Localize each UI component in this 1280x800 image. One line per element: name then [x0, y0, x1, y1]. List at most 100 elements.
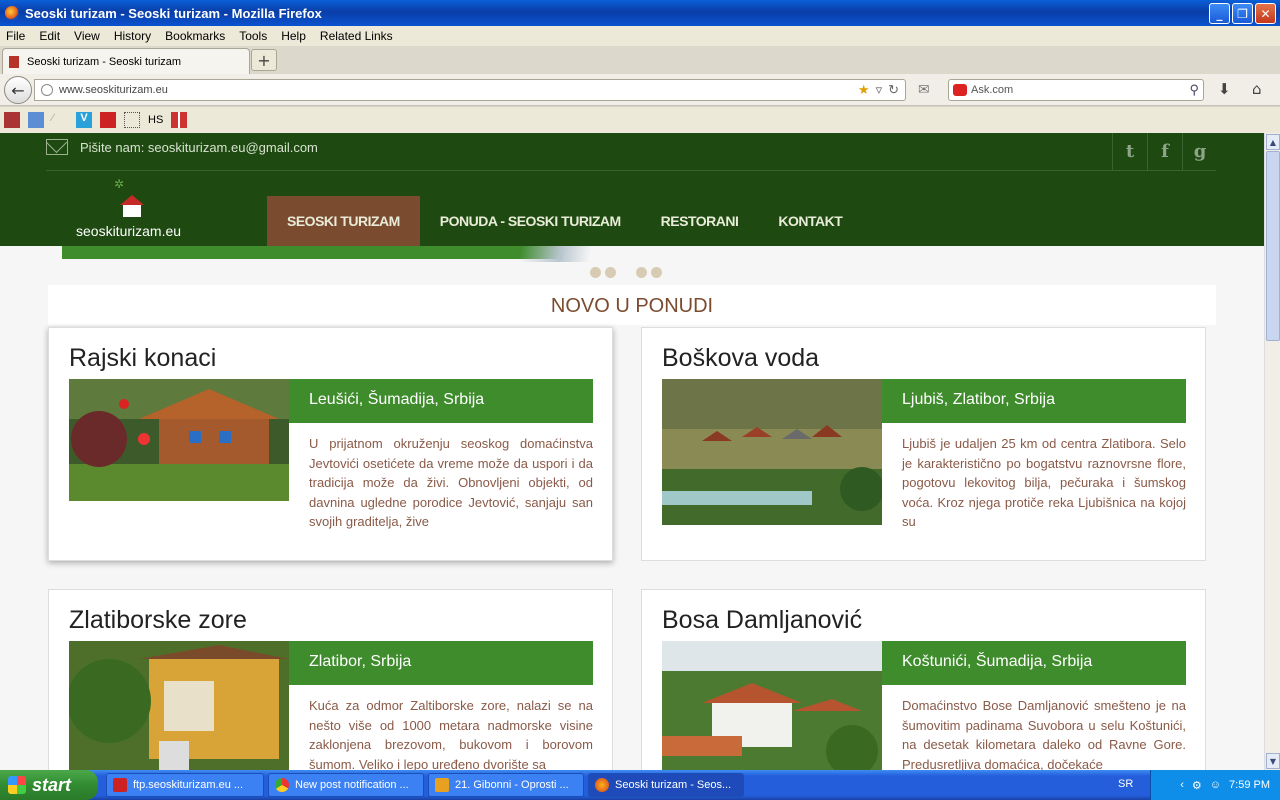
tray-expand-icon[interactable]: ‹: [1180, 779, 1184, 791]
menu-history[interactable]: History: [108, 29, 157, 43]
nav-restorani[interactable]: RESTORANI: [641, 196, 759, 246]
browser-tab[interactable]: Seoski turizam - Seoski turizam: [2, 48, 250, 74]
social-links: t f g: [1112, 133, 1217, 170]
contact-email[interactable]: Pišite nam: seoskiturizam.eu@gmail.com: [80, 140, 318, 155]
messenger-icon[interactable]: ☺: [1210, 779, 1221, 791]
home-icon[interactable]: ⌂: [1252, 80, 1262, 98]
envelope-icon: [46, 139, 68, 155]
scroll-down-icon[interactable]: ▼: [1266, 753, 1280, 769]
bookmark-pen-icon[interactable]: ⁄: [52, 112, 68, 128]
ask-engine-icon[interactable]: [953, 84, 967, 96]
bookmarks-toolbar: ⁄ V HS: [0, 107, 1280, 133]
windows-flag-icon: [8, 776, 26, 794]
menu-edit[interactable]: Edit: [33, 29, 66, 43]
bookmark-h-icon[interactable]: [100, 112, 116, 128]
taskbar-item-player[interactable]: 21. Gibonni - Oprosti ...: [428, 773, 584, 797]
facebook-icon[interactable]: f: [1147, 133, 1182, 170]
menu-related-links[interactable]: Related Links: [314, 29, 399, 43]
taskbar-item-chrome[interactable]: New post notification ...: [268, 773, 424, 797]
window-controls: _ ❐ ✕: [1209, 3, 1276, 24]
slider-image-edge: [440, 246, 640, 262]
listing-title[interactable]: Boškova voda: [662, 344, 819, 373]
navigation-bar: ← www.seoskiturizam.eu ★ ▿ ↻ ✉ Ask.com ⚲…: [0, 74, 1280, 106]
nav-kontakt[interactable]: KONTAKT: [758, 196, 862, 246]
search-input[interactable]: Ask.com ⚲: [948, 79, 1204, 101]
media-player-icon: [435, 778, 449, 792]
clock[interactable]: 7:59 PM: [1229, 779, 1270, 791]
listing-title[interactable]: Rajski konaci: [69, 344, 216, 373]
site-logo[interactable]: ✲ seoskiturizam.eu: [74, 177, 194, 243]
listing-title[interactable]: Bosa Damljanović: [662, 606, 862, 635]
bookmark-v-icon[interactable]: V: [76, 112, 92, 128]
bookmark-grid-icon[interactable]: [171, 112, 188, 128]
bookmark-house-icon[interactable]: [4, 112, 20, 128]
house-icon: [120, 195, 144, 219]
url-actions: ★ ▿ ↻: [858, 82, 899, 98]
bookmark-star-icon[interactable]: ★: [858, 82, 870, 98]
taskbar-item-label: New post notification ...: [295, 779, 409, 791]
listing-description: U prijatnom okruženju seoskog domaćinstv…: [309, 436, 593, 529]
listing-description: Domaćinstvo Bose Damljanović smešteno je…: [902, 698, 1186, 770]
scroll-thumb[interactable]: [1266, 151, 1280, 341]
tab-title: Seoski turizam - Seoski turizam: [27, 55, 182, 68]
menu-help[interactable]: Help: [275, 29, 312, 43]
menu-bar: File Edit View History Bookmarks Tools H…: [0, 26, 1280, 46]
nav-ponuda[interactable]: PONUDA - SEOSKI TURIZAM: [420, 196, 641, 246]
slider-dots: [590, 267, 662, 278]
site-header: Pišite nam: seoskiturizam.eu@gmail.com t…: [0, 133, 1264, 246]
slider-dot[interactable]: [651, 267, 662, 278]
contact-info: Pišite nam: seoskiturizam.eu@gmail.com: [46, 139, 318, 155]
slider-dot[interactable]: [636, 267, 647, 278]
chrome-icon: [275, 778, 289, 792]
url-bar[interactable]: www.seoskiturizam.eu ★ ▿ ↻: [34, 79, 906, 101]
google-plus-icon[interactable]: g: [1182, 133, 1217, 170]
slider-dot[interactable]: [590, 267, 601, 278]
download-icon[interactable]: ⬇: [1218, 80, 1231, 98]
main-nav: SEOSKI TURIZAM PONUDA - SEOSKI TURIZAM R…: [267, 196, 862, 246]
globe-icon: [41, 84, 53, 96]
taskbar-item-label: 21. Gibonni - Oprosti ...: [455, 779, 569, 791]
listing-description: Ljubiš je udaljen 25 km od centra Zlatib…: [902, 436, 1186, 529]
close-icon[interactable]: ✕: [1255, 3, 1276, 24]
window-title-bar[interactable]: Seoski turizam - Seoski turizam - Mozill…: [0, 0, 1280, 26]
vertical-scrollbar[interactable]: ▲ ▼: [1264, 133, 1280, 770]
menu-tools[interactable]: Tools: [233, 29, 273, 43]
listing-location: Koštunići, Šumadija, Srbija: [882, 641, 1186, 685]
slider-dot[interactable]: [605, 267, 616, 278]
new-tab-button[interactable]: +: [251, 49, 277, 71]
listing-title[interactable]: Zlatiborske zore: [69, 606, 247, 635]
listing-card[interactable]: Zlatiborske zore Zlatibor, Srbija Kuća z…: [48, 589, 613, 770]
bookmark-map-icon[interactable]: [28, 112, 44, 128]
system-tray: ‹ ⚙ ☺ 7:59 PM: [1150, 770, 1280, 800]
header-divider: [46, 170, 1216, 171]
listing-card[interactable]: Rajski konaci Leušići, Šumadija, Srbija …: [48, 327, 613, 561]
network-icon[interactable]: ⚙: [1192, 779, 1202, 792]
minimize-icon[interactable]: _: [1209, 3, 1230, 24]
twitter-icon[interactable]: t: [1112, 133, 1147, 170]
taskbar-item-label: Seoski turizam - Seos...: [615, 779, 732, 791]
logo-text: seoskiturizam.eu: [76, 223, 182, 239]
scroll-up-icon[interactable]: ▲: [1266, 134, 1280, 150]
mail-icon[interactable]: ✉: [918, 82, 930, 98]
search-icon[interactable]: ⚲: [1189, 82, 1199, 98]
web-page: Pišite nam: seoskiturizam.eu@gmail.com t…: [0, 133, 1264, 770]
back-arrow-icon: ←: [11, 80, 25, 100]
listing-card[interactable]: Bosa Damljanović Koštunići, Šumadija, Sr…: [641, 589, 1206, 770]
taskbar-item-firefox[interactable]: Seoski turizam - Seos...: [588, 773, 744, 797]
maximize-icon[interactable]: ❐: [1232, 3, 1253, 24]
back-button[interactable]: ←: [4, 76, 32, 104]
taskbar-item-filezilla[interactable]: ftp.seoskiturizam.eu ...: [106, 773, 264, 797]
palm-tree-icon: ✲: [114, 177, 125, 191]
dropdown-icon[interactable]: ▿: [876, 82, 883, 98]
language-indicator[interactable]: SR: [1118, 778, 1133, 790]
nav-seoski-turizam[interactable]: SEOSKI TURIZAM: [267, 196, 420, 246]
bookmark-hs[interactable]: HS: [148, 114, 163, 126]
start-button[interactable]: start: [0, 770, 98, 800]
listing-card[interactable]: Boškova voda Ljubiš, Zlatibor, Srbija Lj…: [641, 327, 1206, 561]
menu-bookmarks[interactable]: Bookmarks: [159, 29, 231, 43]
site-favicon-icon: [9, 55, 19, 68]
menu-view[interactable]: View: [68, 29, 106, 43]
bookmark-dotted-icon[interactable]: [124, 112, 140, 128]
reload-icon[interactable]: ↻: [888, 82, 899, 98]
menu-file[interactable]: File: [0, 29, 31, 43]
